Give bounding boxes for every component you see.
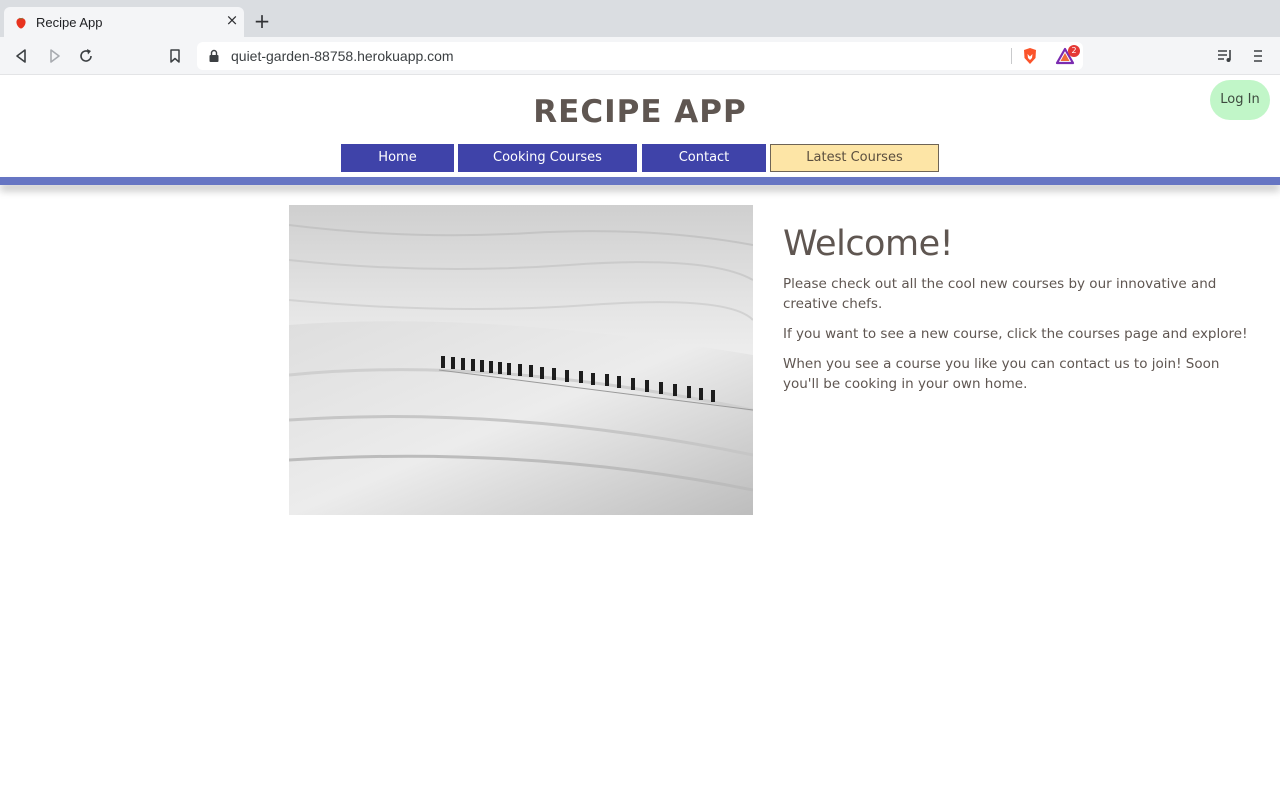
site-title: RECIPE APP [533,94,747,130]
login-button[interactable]: Log In [1210,80,1270,120]
welcome-paragraph-3: When you see a course you like you can c… [783,356,1220,392]
snow-hikers-image [289,205,753,515]
browser-toolbar: quiet-garden-88758.herokuapp.com 2 [0,37,1280,75]
url-divider [1011,48,1012,64]
nav-cooking-courses-button[interactable]: Cooking Courses [458,144,637,172]
welcome-heading: Welcome! [783,224,954,264]
nav-home-button[interactable]: Home [341,144,454,172]
rewards-badge: 2 [1068,45,1080,57]
playlist-icon[interactable] [1215,46,1235,66]
lock-icon [209,49,219,62]
bookmark-icon[interactable] [165,46,185,66]
web-page: RECIPE APP Log In Home Cooking Courses C… [0,76,1280,800]
nav-divider [0,177,1280,185]
menu-icon[interactable] [1248,46,1268,66]
nav-contact-button[interactable]: Contact [642,144,766,172]
tab-title: Recipe App [36,15,103,30]
browser-tab[interactable]: Recipe App × [4,7,244,38]
forward-icon[interactable] [44,46,64,66]
back-icon[interactable] [12,46,32,66]
nav-latest-courses-button[interactable]: Latest Courses [770,144,939,172]
address-bar[interactable]: quiet-garden-88758.herokuapp.com 2 [197,42,1083,70]
strawberry-favicon-icon [16,17,26,29]
tab-close-icon[interactable]: × [224,12,240,28]
tab-bar: Recipe App × + [0,0,1280,38]
reload-icon[interactable] [76,46,96,66]
new-tab-icon[interactable]: + [253,11,271,31]
welcome-paragraph-2: If you want to see a new course, click t… [783,326,1248,342]
brave-shields-icon[interactable] [1021,47,1039,65]
welcome-paragraph-1: Please check out all the cool new course… [783,276,1217,312]
url-text[interactable]: quiet-garden-88758.herokuapp.com [231,48,454,64]
